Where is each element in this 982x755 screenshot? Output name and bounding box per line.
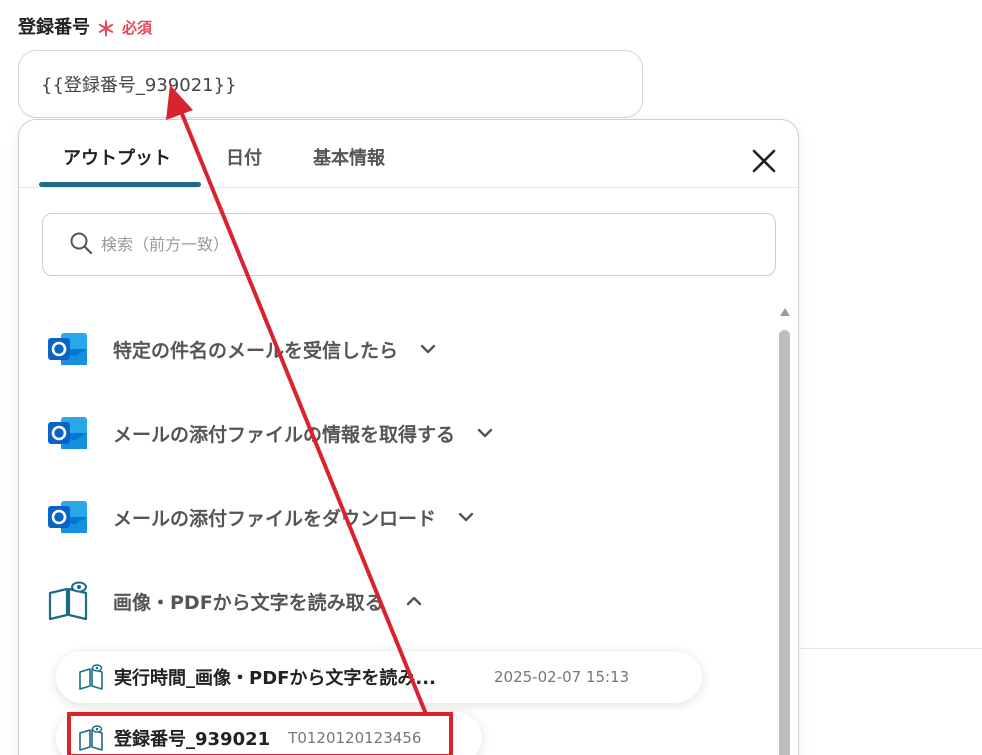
chevron-down-icon[interactable] (418, 339, 438, 359)
item-value: 2025-02-07 15:13 (494, 668, 630, 686)
outlook-icon (47, 328, 89, 370)
item-name: 実行時間_画像・PDFから文字を読み... (114, 668, 436, 689)
search-input[interactable] (101, 235, 701, 254)
field-label-row: 登録番号 ＊ 必須 (18, 10, 153, 41)
group-label: 特定の件名のメールを受信したら (113, 339, 399, 362)
close-icon[interactable] (746, 143, 782, 179)
required-label: 必須 (122, 19, 153, 37)
group-row-attachment-download[interactable]: メールの添付ファイルをダウンロード (47, 495, 476, 539)
outlook-icon (47, 412, 89, 454)
group-label: メールの添付ファイルの情報を取得する (113, 423, 456, 446)
required-asterisk: ＊ (96, 17, 116, 41)
group-row-attachment-info[interactable]: メールの添付ファイルの情報を取得する (47, 411, 495, 455)
ocr-book-icon (47, 580, 89, 622)
annotation-highlight-box (67, 712, 453, 755)
output-item-exec-time[interactable]: 実行時間_画像・PDFから文字を読み... 2025-02-07 15:13 (56, 651, 702, 703)
field-label: 登録番号 (18, 17, 90, 38)
scroll-up-arrow-icon[interactable] (780, 308, 790, 316)
tab-bar: アウトプット 日付 基本情報 (19, 120, 798, 188)
outlook-icon (47, 496, 89, 538)
tab-output[interactable]: アウトプット (63, 144, 171, 170)
tab-basic-info[interactable]: 基本情報 (313, 144, 385, 170)
search-icon (69, 231, 93, 259)
variable-picker-panel: アウトプット 日付 基本情報 検索（前方一致） 特定の件名のメールを受信したら … (18, 119, 799, 755)
search-box[interactable] (42, 213, 776, 276)
registration-number-input[interactable]: {{登録番号_939021}} (18, 50, 643, 118)
group-label: 画像・PDFから文字を読み取る (113, 591, 384, 614)
chevron-down-icon[interactable] (456, 507, 476, 527)
group-row-trigger[interactable]: 特定の件名のメールを受信したら (47, 327, 438, 371)
scrollbar-thumb[interactable] (779, 330, 790, 755)
chevron-down-icon[interactable] (475, 423, 495, 443)
divider (800, 648, 982, 649)
input-value: {{登録番号_939021}} (41, 75, 237, 96)
active-tab-indicator (39, 182, 201, 187)
group-label: メールの添付ファイルをダウンロード (113, 507, 437, 530)
tab-date[interactable]: 日付 (226, 144, 262, 170)
ocr-book-icon (78, 663, 104, 691)
group-row-ocr[interactable]: 画像・PDFから文字を読み取る (47, 579, 424, 623)
chevron-up-icon[interactable] (404, 591, 424, 611)
